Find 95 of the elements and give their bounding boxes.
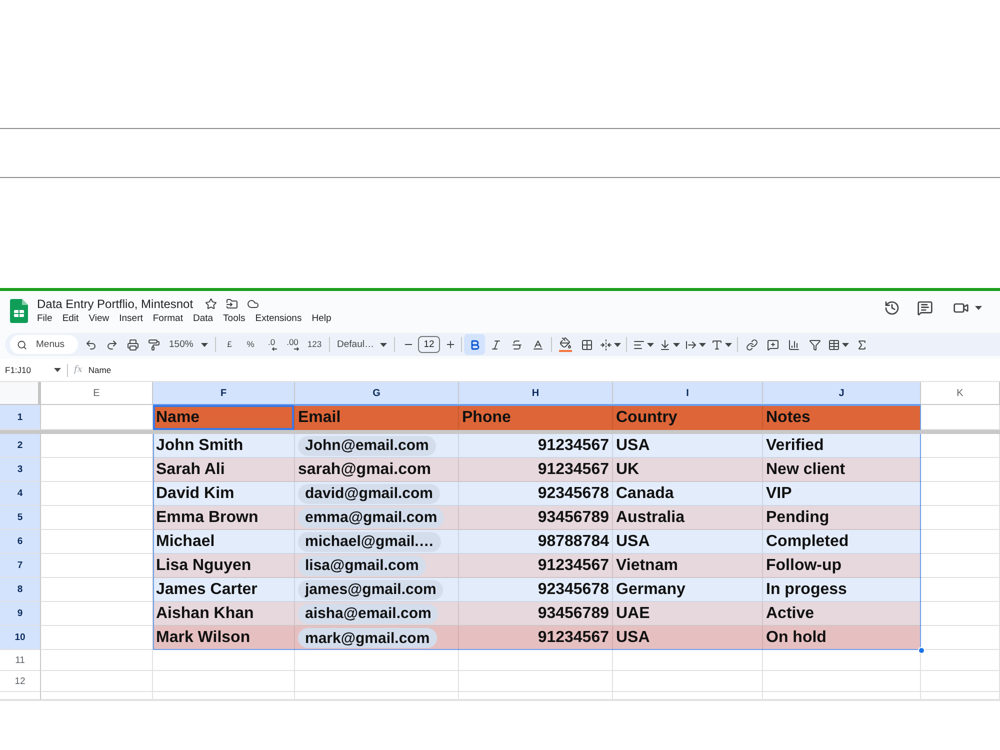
formula-input[interactable]: Name — [88, 365, 112, 375]
email-chip[interactable]: emma@gmail.com — [298, 508, 444, 528]
print-icon[interactable] — [126, 338, 138, 350]
caret-icon — [647, 342, 654, 346]
borders-icon[interactable] — [580, 338, 592, 350]
text-color-icon[interactable] — [532, 338, 544, 350]
table-icon[interactable] — [828, 338, 840, 350]
search-icon — [17, 340, 27, 350]
bold-icon — [468, 338, 480, 350]
column-header[interactable]: G — [295, 382, 459, 405]
font-select[interactable]: Defaul… — [333, 334, 391, 355]
email-chip[interactable]: michael@gmail.… — [298, 532, 441, 552]
spreadsheet-logo-icon[interactable] — [10, 298, 28, 322]
currency-button[interactable]: £ — [219, 334, 240, 355]
row-header[interactable]: 1 — [0, 405, 41, 430]
caret-icon — [725, 342, 732, 346]
email-chip[interactable]: mark@gmail.com — [298, 628, 437, 648]
menu-item[interactable]: Tools — [219, 312, 250, 324]
column-header[interactable]: J — [763, 382, 921, 405]
row-header[interactable]: 9 — [0, 602, 41, 626]
right-arrow-icon — [294, 347, 298, 351]
search-field[interactable]: Menus — [10, 335, 78, 354]
row-header[interactable]: 3 — [0, 458, 41, 482]
menu-item[interactable]: Format — [148, 312, 187, 324]
folder-icon[interactable] — [226, 298, 238, 310]
row-header[interactable]: 4 — [0, 482, 41, 506]
column-header[interactable]: I — [613, 382, 763, 405]
percent-button[interactable]: % — [240, 334, 261, 355]
bold-toggle[interactable] — [464, 334, 485, 355]
row-header[interactable]: 6 — [0, 530, 41, 554]
text-wrap-icon[interactable] — [685, 338, 697, 350]
caret-icon — [201, 342, 208, 346]
caret-icon — [673, 342, 680, 346]
email-chip[interactable]: james@gmail.com — [298, 580, 444, 600]
font-size-field[interactable]: 12 — [418, 336, 440, 353]
menu-item[interactable]: Insert — [115, 312, 147, 324]
cloud-icon[interactable] — [247, 298, 260, 310]
caret-icon — [975, 306, 982, 310]
row-header[interactable]: 7 — [0, 554, 41, 578]
row-header[interactable]: 8 — [0, 578, 41, 602]
name-box[interactable]: F1:J10 — [5, 365, 61, 375]
menu-item[interactable]: Extensions — [251, 312, 306, 324]
paint-roller-icon[interactable] — [148, 338, 160, 350]
email-chip[interactable]: aisha@email.com — [298, 604, 438, 624]
increase-decimals-button[interactable]: .00 — [282, 334, 303, 355]
strikethrough-icon — [510, 338, 522, 350]
caret-icon — [842, 342, 849, 346]
menu-item[interactable]: Help — [308, 312, 336, 324]
column-header[interactable]: K — [921, 382, 1000, 405]
function-label: fx — [74, 365, 82, 375]
document-title[interactable]: Data Entry Portflio, Mintesnot — [37, 296, 194, 310]
merge-icon[interactable] — [600, 338, 612, 350]
caret-icon — [54, 368, 61, 372]
comment-icon[interactable] — [917, 300, 933, 316]
row-header[interactable]: 11 — [0, 650, 41, 671]
menu-item[interactable]: View — [84, 312, 114, 324]
caret-icon — [699, 342, 706, 346]
italic-icon — [490, 338, 502, 350]
row-header[interactable]: 10 — [0, 626, 41, 650]
table-header-cell[interactable]: Notes — [763, 405, 921, 430]
column-header[interactable]: E — [41, 382, 153, 405]
history-icon[interactable] — [884, 300, 900, 316]
row-header[interactable]: 5 — [0, 506, 41, 530]
caret-icon — [614, 342, 621, 346]
plus-icon[interactable] — [444, 339, 456, 350]
add-comment-icon[interactable] — [766, 338, 778, 350]
star-icon[interactable] — [205, 298, 218, 310]
column-header[interactable]: F — [153, 382, 295, 405]
table-cell-text: On hold — [765, 628, 828, 648]
email-chip[interactable]: John@email.com — [298, 436, 436, 456]
email-chip[interactable]: lisa@gmail.com — [298, 556, 426, 576]
decrease-decimals-button[interactable]: .0 — [261, 334, 282, 355]
filter-icon[interactable] — [808, 338, 820, 350]
chart-icon[interactable] — [788, 338, 800, 350]
vertical-align-icon[interactable] — [659, 338, 671, 350]
more-formats-button[interactable]: 123 — [303, 334, 326, 355]
undo-icon[interactable] — [84, 338, 96, 350]
column-header[interactable]: H — [459, 382, 613, 405]
left-arrow-icon — [272, 347, 276, 351]
menu-item[interactable]: File — [33, 312, 56, 324]
email-chip[interactable]: david@gmail.com — [298, 484, 440, 504]
link-icon[interactable] — [746, 338, 758, 350]
align-left-icon[interactable] — [633, 338, 645, 350]
caret-icon — [380, 342, 387, 346]
row-header[interactable]: 2 — [0, 434, 41, 458]
row-header[interactable]: 12 — [0, 671, 41, 692]
redo-icon[interactable] — [106, 338, 118, 350]
fill-color-icon[interactable] — [559, 337, 572, 352]
menu-item[interactable]: Edit — [58, 312, 83, 324]
sigma-icon[interactable] — [856, 338, 868, 350]
table-header-cell[interactable]: Name — [153, 405, 295, 430]
zoom-select[interactable]: 150% — [164, 334, 212, 355]
fill-handle[interactable] — [918, 647, 925, 654]
text-rotation-icon[interactable] — [711, 338, 723, 350]
menu-item[interactable]: Data — [188, 312, 218, 324]
